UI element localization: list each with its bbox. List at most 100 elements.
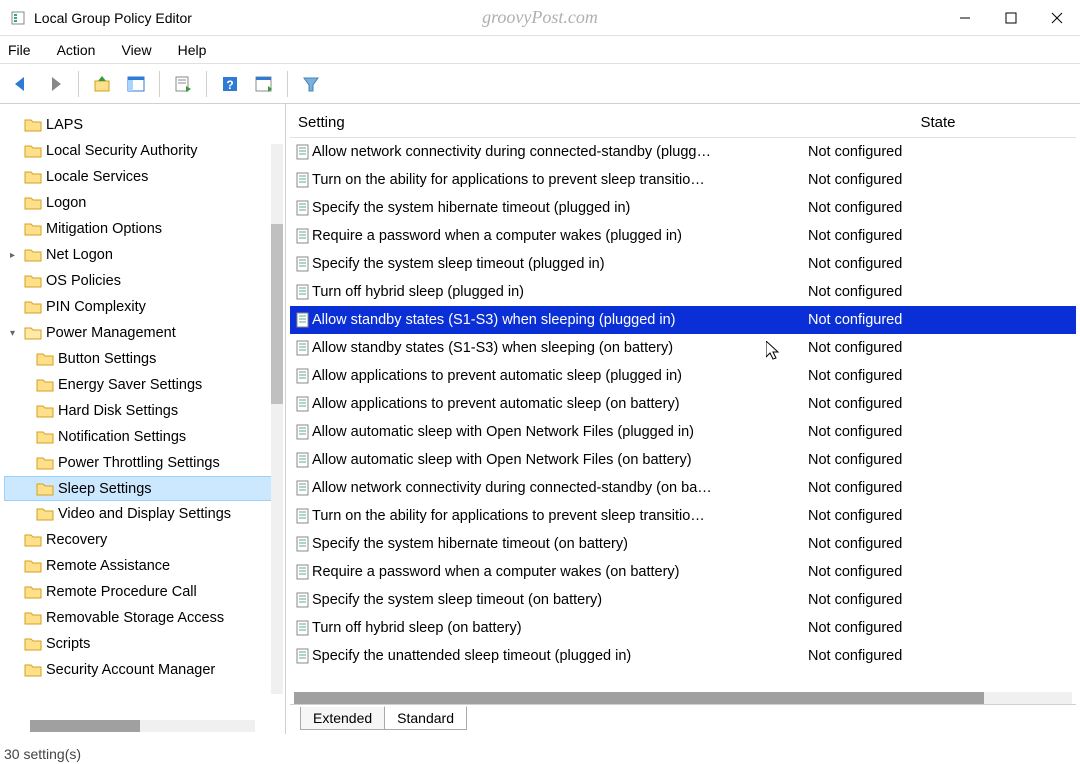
tree-item[interactable]: Local Security Authority: [4, 138, 281, 164]
setting-row[interactable]: Specify the system hibernate timeout (pl…: [290, 194, 1076, 222]
setting-row[interactable]: Specify the system sleep timeout (on bat…: [290, 586, 1076, 614]
tabs: Extended Standard: [290, 704, 1076, 730]
setting-row[interactable]: Specify the unattended sleep timeout (pl…: [290, 642, 1076, 670]
tree-item[interactable]: Remote Procedure Call: [4, 579, 281, 605]
tree-item[interactable]: Button Settings: [4, 346, 281, 372]
tree-item[interactable]: Logon: [4, 190, 281, 216]
setting-name: Turn on the ability for applications to …: [312, 172, 804, 188]
setting-row[interactable]: Turn off hybrid sleep (plugged in)Not co…: [290, 278, 1076, 306]
up-button[interactable]: [87, 69, 117, 99]
folder-icon: [24, 558, 42, 574]
menu-action[interactable]: Action: [57, 42, 96, 58]
tree-item[interactable]: Sleep Settings: [4, 476, 281, 501]
help-button[interactable]: ?: [215, 69, 245, 99]
tree-item[interactable]: Power Throttling Settings: [4, 450, 281, 476]
titlebar: Local Group Policy Editor groovyPost.com: [0, 0, 1080, 36]
tree-item-label: Power Throttling Settings: [58, 455, 220, 471]
tree-item-label: Scripts: [46, 636, 90, 652]
tree-item[interactable]: ▾Power Management: [4, 320, 281, 346]
policy-icon: [290, 424, 312, 440]
menu-file[interactable]: File: [8, 42, 31, 58]
menu-view[interactable]: View: [121, 42, 151, 58]
setting-row[interactable]: Allow automatic sleep with Open Network …: [290, 446, 1076, 474]
setting-row[interactable]: Allow network connectivity during connec…: [290, 138, 1076, 166]
setting-row[interactable]: Specify the system hibernate timeout (on…: [290, 530, 1076, 558]
setting-row[interactable]: Require a password when a computer wakes…: [290, 222, 1076, 250]
policy-icon: [290, 256, 312, 272]
setting-row[interactable]: Require a password when a computer wakes…: [290, 558, 1076, 586]
column-state[interactable]: State: [800, 114, 1076, 131]
show-hide-tree-button[interactable]: [121, 69, 151, 99]
close-button[interactable]: [1034, 0, 1080, 36]
options-button[interactable]: [249, 69, 279, 99]
tree-item[interactable]: Video and Display Settings: [4, 501, 281, 527]
tree-item[interactable]: PIN Complexity: [4, 294, 281, 320]
tree-scrollbar-horizontal[interactable]: [30, 720, 255, 732]
setting-state: Not configured: [804, 144, 1076, 160]
setting-row[interactable]: Allow network connectivity during connec…: [290, 474, 1076, 502]
filter-button[interactable]: [296, 69, 326, 99]
setting-row[interactable]: Turn on the ability for applications to …: [290, 502, 1076, 530]
setting-state: Not configured: [804, 368, 1076, 384]
forward-button[interactable]: [40, 69, 70, 99]
folder-icon: [24, 636, 42, 652]
setting-name: Require a password when a computer wakes…: [312, 228, 804, 244]
minimize-button[interactable]: [942, 0, 988, 36]
tree-pane[interactable]: LAPSLocal Security AuthorityLocale Servi…: [0, 104, 286, 734]
setting-state: Not configured: [804, 340, 1076, 356]
tree-item[interactable]: LAPS: [4, 112, 281, 138]
tree-item[interactable]: Notification Settings: [4, 424, 281, 450]
column-setting[interactable]: Setting: [290, 114, 800, 131]
tree-scrollbar-vertical[interactable]: [271, 144, 283, 694]
back-button[interactable]: [6, 69, 36, 99]
expand-icon[interactable]: ▾: [10, 328, 22, 339]
tree-item-label: Removable Storage Access: [46, 610, 224, 626]
tree-item[interactable]: Mitigation Options: [4, 216, 281, 242]
setting-row[interactable]: Turn on the ability for applications to …: [290, 166, 1076, 194]
setting-row[interactable]: Allow applications to prevent automatic …: [290, 390, 1076, 418]
folder-icon: [24, 325, 42, 341]
setting-row[interactable]: Allow applications to prevent automatic …: [290, 362, 1076, 390]
tree-item[interactable]: ▸Net Logon: [4, 242, 281, 268]
policy-icon: [290, 592, 312, 608]
setting-name: Allow network connectivity during connec…: [312, 144, 804, 160]
policy-icon: [290, 452, 312, 468]
setting-name: Specify the system hibernate timeout (on…: [312, 536, 804, 552]
folder-icon: [36, 429, 54, 445]
tree-item[interactable]: Hard Disk Settings: [4, 398, 281, 424]
policy-icon: [290, 480, 312, 496]
menu-help[interactable]: Help: [178, 42, 207, 58]
tree-item[interactable]: Remote Assistance: [4, 553, 281, 579]
properties-button[interactable]: [168, 69, 198, 99]
folder-icon: [36, 403, 54, 419]
settings-header[interactable]: Setting State: [290, 108, 1076, 138]
setting-state: Not configured: [804, 284, 1076, 300]
maximize-button[interactable]: [988, 0, 1034, 36]
expand-icon[interactable]: ▸: [10, 250, 22, 261]
setting-name: Specify the system sleep timeout (on bat…: [312, 592, 804, 608]
tab-standard[interactable]: Standard: [384, 706, 467, 730]
setting-name: Turn on the ability for applications to …: [312, 508, 804, 524]
tree-item-label: Hard Disk Settings: [58, 403, 178, 419]
tree-item[interactable]: Recovery: [4, 527, 281, 553]
policy-icon: [290, 564, 312, 580]
menubar: File Action View Help: [0, 36, 1080, 64]
tree-item[interactable]: Locale Services: [4, 164, 281, 190]
app-icon: [10, 10, 26, 26]
setting-row[interactable]: Allow standby states (S1-S3) when sleepi…: [290, 306, 1076, 334]
setting-row[interactable]: Specify the system sleep timeout (plugge…: [290, 250, 1076, 278]
folder-icon: [36, 481, 54, 497]
setting-row[interactable]: Turn off hybrid sleep (on battery)Not co…: [290, 614, 1076, 642]
tree-item[interactable]: Removable Storage Access: [4, 605, 281, 631]
tree-item[interactable]: Scripts: [4, 631, 281, 657]
tree-item[interactable]: Security Account Manager: [4, 657, 281, 683]
setting-row[interactable]: Allow automatic sleep with Open Network …: [290, 418, 1076, 446]
tab-extended[interactable]: Extended: [300, 707, 385, 730]
settings-scrollbar-horizontal[interactable]: [294, 692, 1072, 704]
setting-row[interactable]: Allow standby states (S1-S3) when sleepi…: [290, 334, 1076, 362]
folder-icon: [24, 662, 42, 678]
tree-item[interactable]: Energy Saver Settings: [4, 372, 281, 398]
folder-icon: [36, 506, 54, 522]
settings-pane: Setting State Allow network connectivity…: [286, 104, 1080, 734]
tree-item[interactable]: OS Policies: [4, 268, 281, 294]
